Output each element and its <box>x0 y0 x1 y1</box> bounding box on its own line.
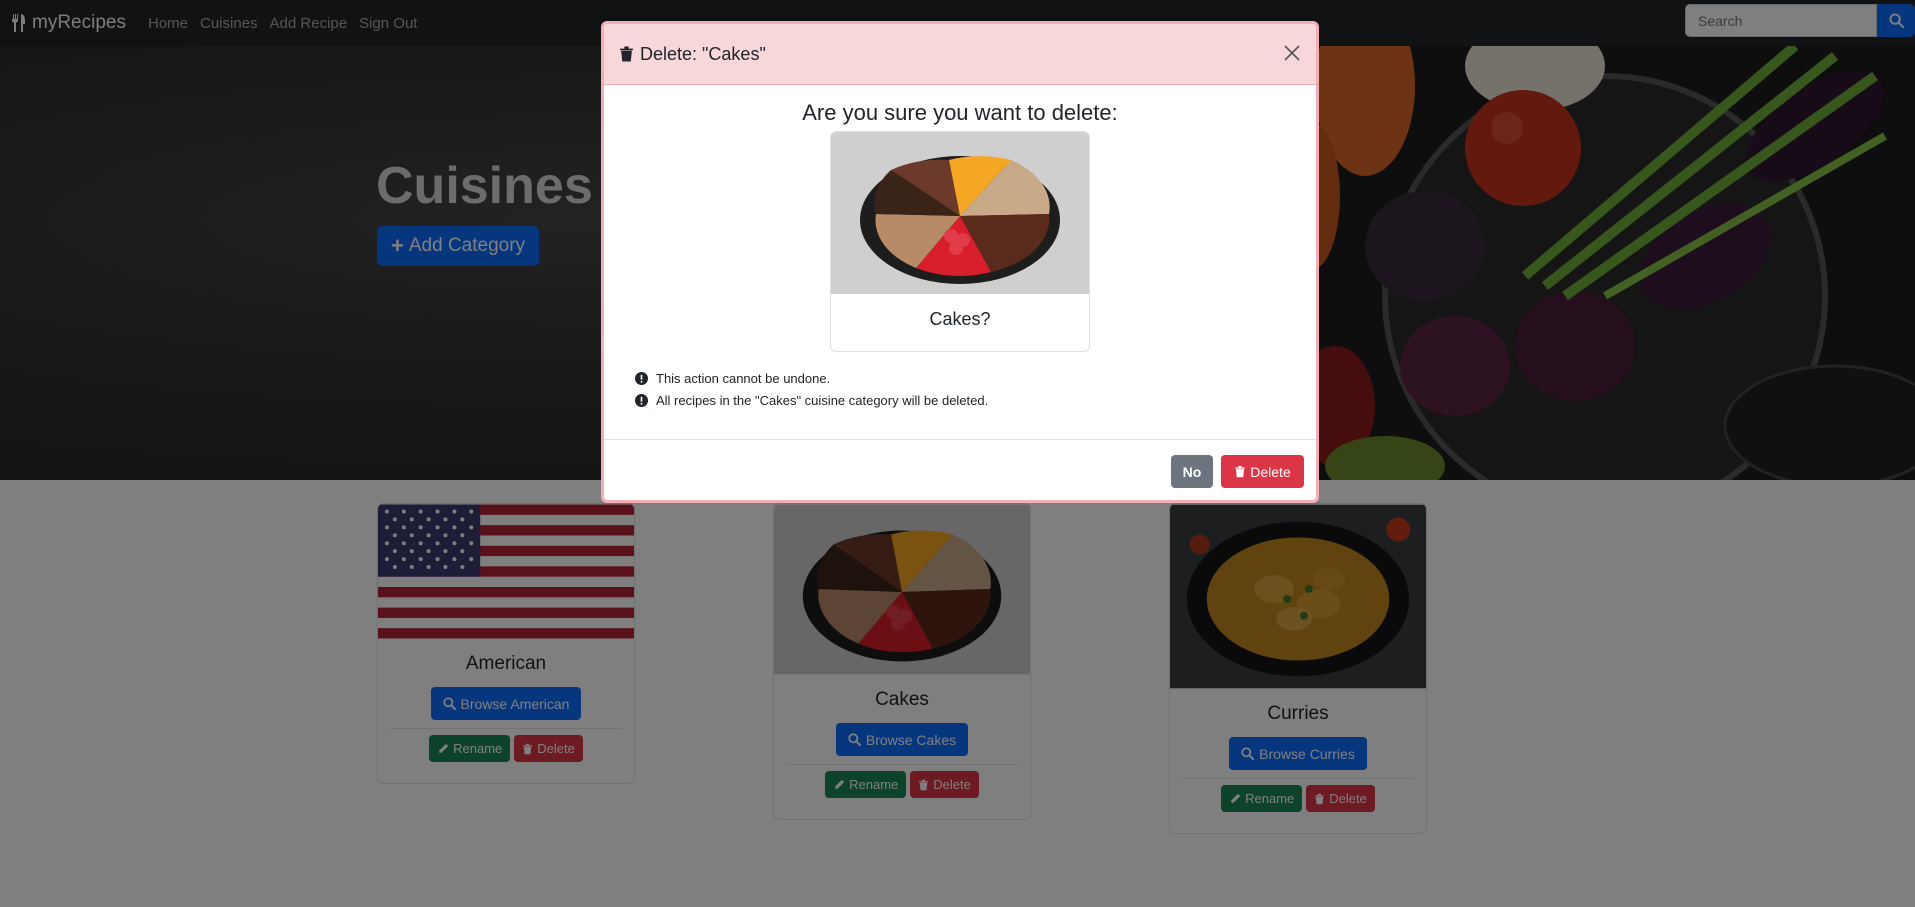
delete-confirm-modal: Delete: "Cakes" Are you sure you want to… <box>601 21 1319 503</box>
item-preview-card: Cakes? <box>830 131 1090 352</box>
confirm-question: Are you sure you want to delete: <box>802 100 1118 125</box>
trash-icon <box>620 46 633 62</box>
exclamation-circle-icon <box>635 371 648 385</box>
warning-list: This action cannot be undone. All recipe… <box>635 367 988 411</box>
confirm-delete-label: Delete <box>1250 463 1291 480</box>
warning-item: This action cannot be undone. <box>635 367 988 389</box>
cakes-image <box>831 132 1089 294</box>
trash-icon <box>1235 465 1246 478</box>
item-label: Cakes? <box>929 309 991 329</box>
warning-text: This action cannot be undone. <box>656 370 831 386</box>
modal-footer: No Delete <box>604 439 1316 500</box>
exclamation-circle-icon <box>635 393 648 407</box>
modal-body: Are you sure you want to delete: Cakes? <box>604 85 1316 440</box>
warning-text: All recipes in the "Cakes" cuisine categ… <box>656 392 989 408</box>
no-button[interactable]: No <box>1171 455 1213 488</box>
confirm-delete-button[interactable]: Delete <box>1221 455 1304 488</box>
modal-header: Delete: "Cakes" <box>604 24 1316 85</box>
modal-title: Delete: "Cakes" <box>640 43 766 64</box>
warning-item: All recipes in the "Cakes" cuisine categ… <box>635 389 988 411</box>
close-icon[interactable] <box>1280 41 1304 65</box>
